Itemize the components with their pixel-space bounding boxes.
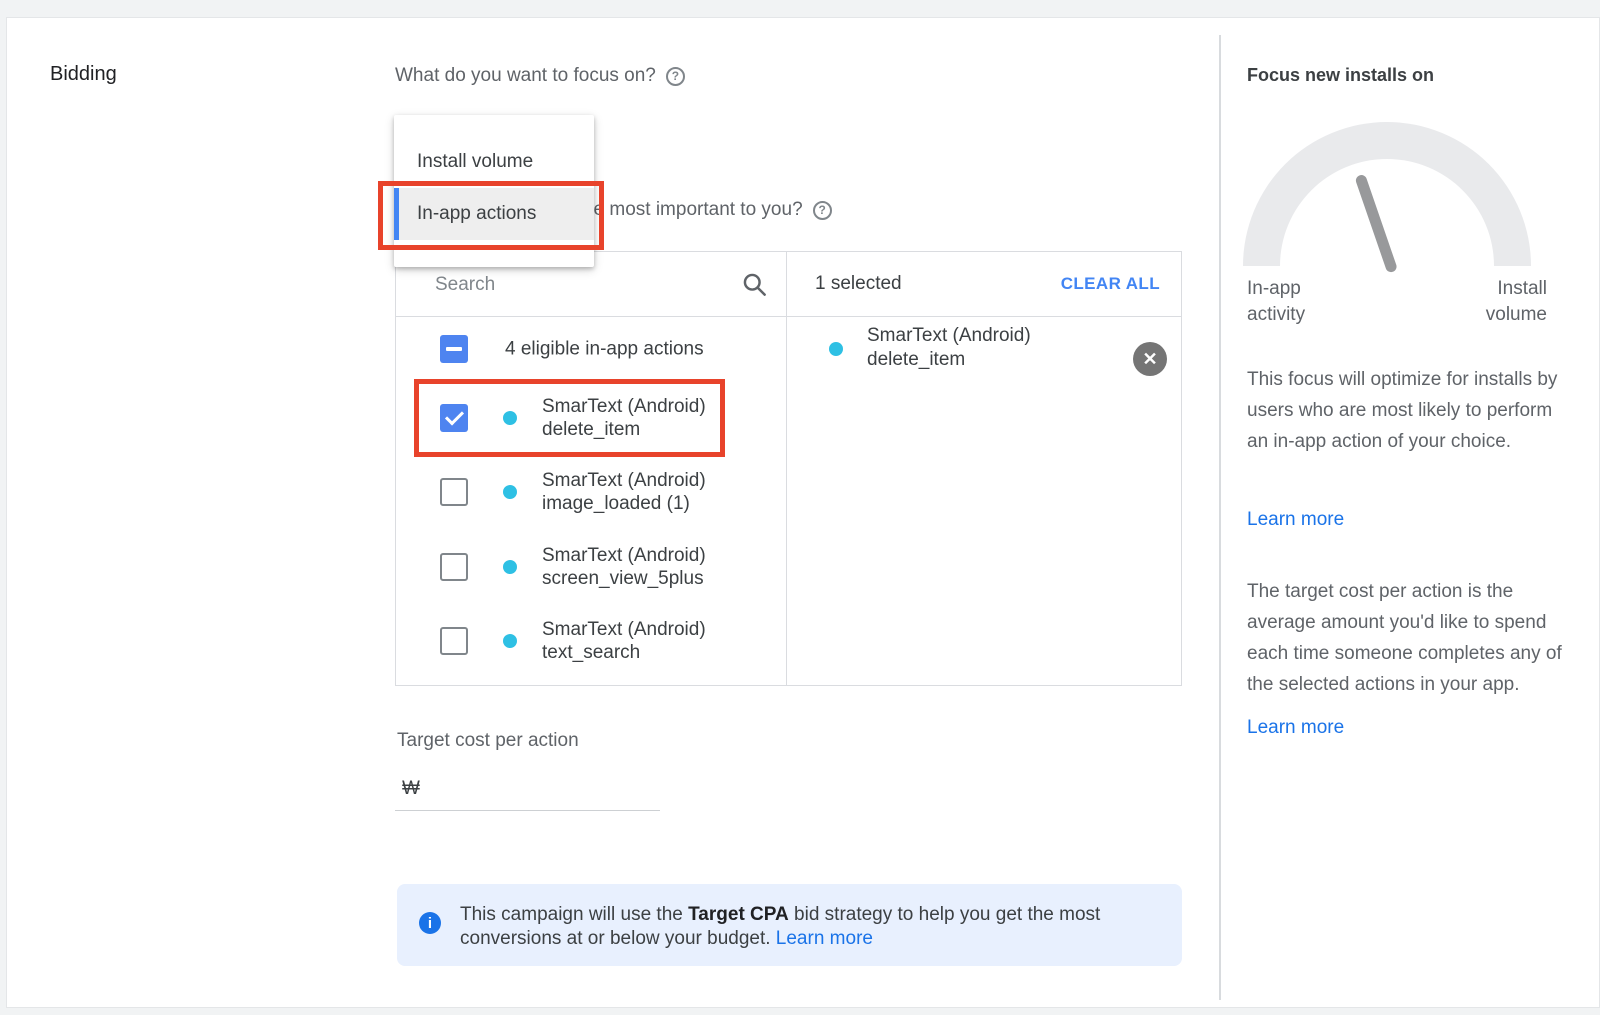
dropdown-option-label: In-app actions <box>417 203 536 225</box>
bidding-card: Bidding What do you want to focus on? ? … <box>6 17 1600 1008</box>
action-row-image-loaded[interactable]: SmarText (Android) image_loaded (1) <box>396 455 786 529</box>
input-underline <box>395 810 660 811</box>
action-row-delete-item[interactable]: SmarText (Android) delete_item <box>396 381 786 455</box>
target-cpa-label: Target cost per action <box>397 730 579 752</box>
action-label: SmarText (Android) text_search <box>542 618 706 664</box>
sidebar-paragraph-1: This focus will optimize for installs by… <box>1247 364 1577 457</box>
action-row-text-search[interactable]: SmarText (Android) text_search <box>396 604 786 678</box>
unchecked-checkbox-icon[interactable] <box>440 627 468 655</box>
learn-more-link[interactable]: Learn more <box>1247 717 1344 739</box>
section-title: Bidding <box>50 63 117 86</box>
selected-option-bar <box>394 188 399 240</box>
indeterminate-checkbox-icon[interactable] <box>440 335 468 363</box>
event-dot-icon <box>503 634 517 648</box>
action-label: SmarText (Android) delete_item <box>542 395 706 441</box>
action-row-screen-view[interactable]: SmarText (Android) screen_view_5plus <box>396 529 786 604</box>
search-icon <box>741 271 768 298</box>
sidebar-title: Focus new installs on <box>1247 65 1434 86</box>
target-cpa-field[interactable] <box>395 782 635 804</box>
action-label: SmarText (Android) image_loaded (1) <box>542 469 706 515</box>
select-all-label: 4 eligible in-app actions <box>505 337 704 360</box>
learn-more-link[interactable]: Learn more <box>776 928 873 949</box>
unchecked-checkbox-icon[interactable] <box>440 478 468 506</box>
remove-selected-icon[interactable]: ✕ <box>1133 342 1167 376</box>
dropdown-option-label: Install volume <box>417 151 533 173</box>
event-dot-icon <box>503 485 517 499</box>
sidebar-paragraph-2: The target cost per action is the averag… <box>1247 576 1577 700</box>
event-dot-icon <box>503 560 517 574</box>
selected-item-label: SmarText (Android) delete_item <box>867 324 1031 372</box>
select-all-row[interactable]: 4 eligible in-app actions <box>396 316 786 381</box>
dropdown-option-in-app-actions[interactable]: In-app actions <box>394 188 594 240</box>
bid-strategy-banner: i This campaign will use the Target CPA … <box>397 884 1182 966</box>
learn-more-link[interactable]: Learn more <box>1247 509 1344 531</box>
focus-dropdown-menu: Install volume In-app actions <box>394 115 594 267</box>
in-app-actions-picker: 1 selected CLEAR ALL 4 eligible in-app a… <box>395 251 1182 686</box>
event-dot-icon <box>503 411 517 425</box>
selected-items-pane: SmarText (Android) delete_item ✕ <box>787 252 1181 685</box>
focus-question-label: What do you want to focus on? <box>395 65 656 87</box>
help-icon[interactable]: ? <box>666 67 685 86</box>
action-label: SmarText (Android) screen_view_5plus <box>542 544 706 590</box>
sidebar-divider <box>1219 35 1221 1000</box>
gauge-left-label: In-app activity <box>1247 276 1339 328</box>
focus-question: What do you want to focus on? ? <box>395 65 685 87</box>
dropdown-option-install-volume[interactable]: Install volume <box>394 136 594 188</box>
help-icon[interactable]: ? <box>813 201 832 220</box>
info-icon: i <box>419 912 441 934</box>
target-cpa-input[interactable] <box>395 782 615 804</box>
checked-checkbox-icon[interactable] <box>440 404 468 432</box>
gauge-labels: In-app activity Install volume <box>1247 276 1547 328</box>
unchecked-checkbox-icon[interactable] <box>440 553 468 581</box>
event-dot-icon <box>829 342 843 356</box>
search-input[interactable] <box>435 270 725 300</box>
banner-text: This campaign will use the Target CPA bi… <box>460 903 1160 951</box>
gauge-right-label: Install volume <box>1455 276 1547 328</box>
